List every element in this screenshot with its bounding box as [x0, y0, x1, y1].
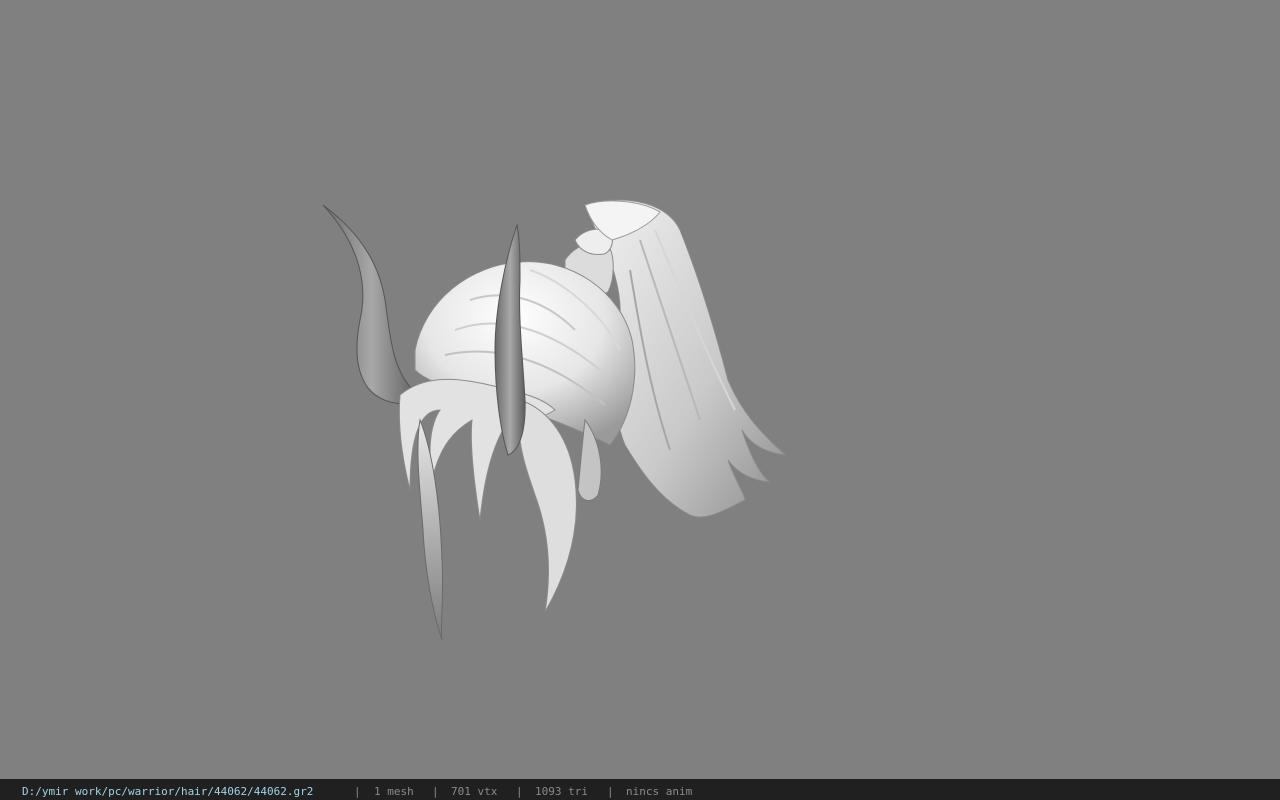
- status-separator: |: [516, 785, 523, 798]
- left-horn: [322, 204, 421, 404]
- status-triangle-count: 1093 tri: [535, 785, 588, 798]
- status-mesh-count: 1 mesh: [374, 785, 414, 798]
- hair-model[interactable]: [0, 0, 1280, 779]
- status-separator: |: [432, 785, 439, 798]
- status-animation: nincs anim: [626, 785, 693, 798]
- status-separator: |: [607, 785, 614, 798]
- 3d-viewport[interactable]: [0, 0, 1280, 779]
- status-bar: D:/ymir work/pc/warrior/hair/44062/44062…: [0, 779, 1280, 800]
- status-vertex-count: 701 vtx: [451, 785, 498, 798]
- status-file-path: D:/ymir work/pc/warrior/hair/44062/44062…: [22, 785, 314, 798]
- status-separator: |: [354, 785, 361, 798]
